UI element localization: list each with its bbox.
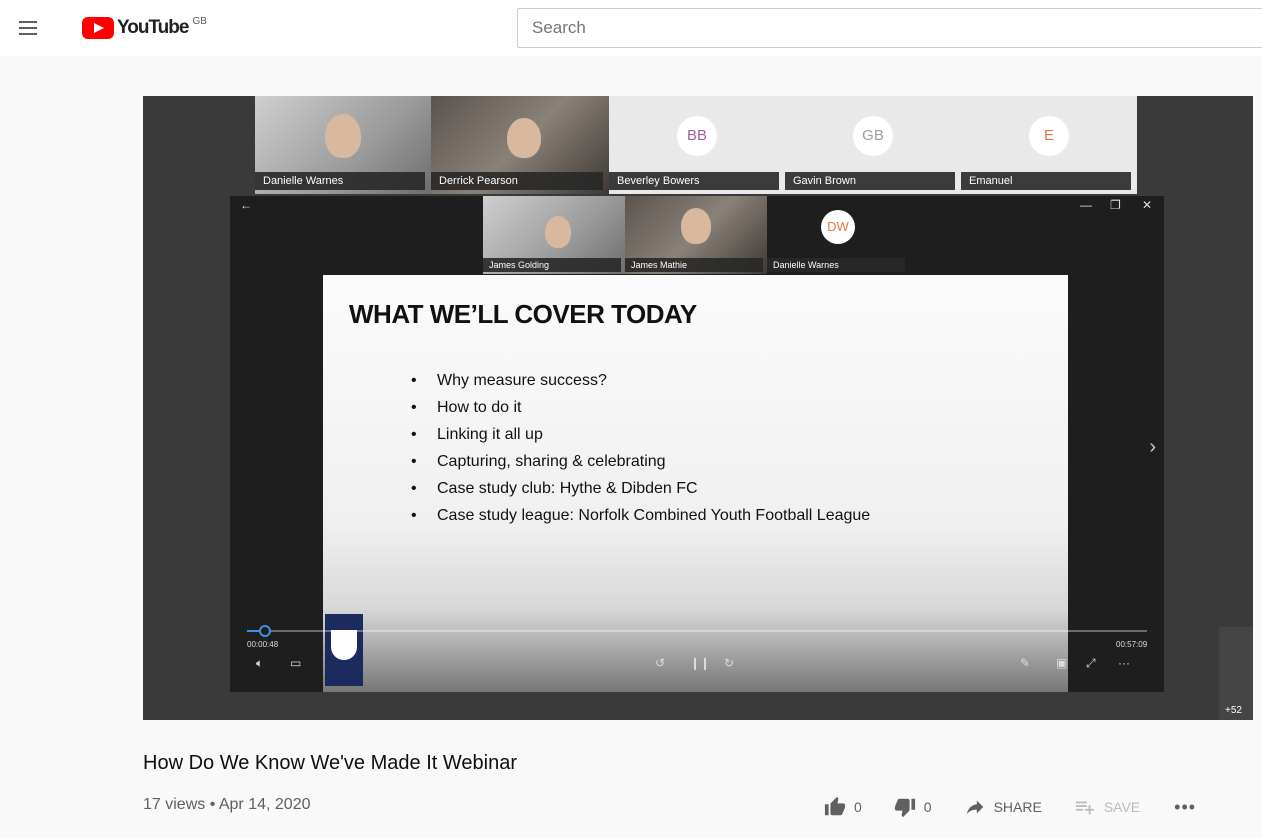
restore-icon[interactable]: ❐ <box>1110 198 1121 212</box>
participant-avatar: GB <box>853 116 893 156</box>
next-slide-icon[interactable]: › <box>1149 436 1156 459</box>
inner-current-time: 00:00:48 <box>247 640 279 649</box>
participant-video <box>545 216 571 248</box>
participant-tile: Danielle Warnes <box>255 96 431 194</box>
minimize-icon[interactable]: — <box>1080 198 1092 212</box>
save-label: SAVE <box>1103 799 1141 815</box>
participant-name: Derrick Pearson <box>431 172 603 190</box>
participant-avatar: BB <box>677 116 717 156</box>
menu-icon[interactable] <box>16 16 40 40</box>
overflow-count: +52 <box>1225 705 1242 716</box>
slide-bullet: Why measure success? <box>411 367 870 394</box>
participant-tile: BB Beverley Bowers <box>609 96 785 194</box>
pen-icon[interactable]: ✎ <box>1020 656 1030 670</box>
volume-icon[interactable]: 🔈︎ <box>256 656 263 671</box>
thumbs-down-icon <box>894 798 915 818</box>
participant-name: Danielle Warnes <box>255 172 425 190</box>
participant-tile: E Emanuel <box>961 96 1137 194</box>
playlist-add-icon <box>1075 801 1094 815</box>
participants-overflow[interactable]: +52 <box>1219 627 1253 720</box>
video-title: How Do We Know We've Made It Webinar <box>143 752 517 774</box>
shared-screen: ← — ❐ ✕ James Golding James Mathie DW Da… <box>230 196 1164 692</box>
inner-duration: 00:57:09 <box>1116 640 1148 649</box>
participant-name: James Golding <box>483 258 621 272</box>
pause-icon[interactable]: ❙❙ <box>690 656 710 670</box>
more-actions-icon[interactable]: ••• <box>1174 797 1196 818</box>
fullscreen-icon[interactable]: ⤢ <box>1086 656 1096 671</box>
youtube-play-icon <box>82 17 114 39</box>
dislike-count: 0 <box>923 799 932 815</box>
slide-bullet: Case study club: Hythe & Dibden FC <box>411 475 870 502</box>
save-button[interactable]: SAVE <box>1074 796 1140 818</box>
more-icon[interactable]: ··· <box>1118 656 1130 670</box>
slide-bullet: Capturing, sharing & celebrating <box>411 448 870 475</box>
fa-crest-logo <box>325 614 363 686</box>
slide-title: WHAT WE’LL COVER TODAY <box>349 299 697 329</box>
masthead: YouTube GB <box>0 0 1262 56</box>
participant-tile: Derrick Pearson <box>431 96 609 194</box>
youtube-logo[interactable]: YouTube GB <box>82 16 207 40</box>
participant-name: Beverley Bowers <box>609 172 779 190</box>
participant-avatar: DW <box>821 210 855 244</box>
back-arrow-icon[interactable]: ← <box>240 198 252 212</box>
region-code: GB <box>192 15 207 27</box>
like-count: 0 <box>854 799 862 815</box>
forward-30-icon[interactable]: ↻ <box>724 656 734 670</box>
participant-video <box>681 208 711 244</box>
logo-text: YouTube <box>117 17 189 38</box>
slide-bullet: Case study league: Norfolk Combined Yout… <box>411 502 870 529</box>
dislike-button[interactable]: 0 <box>894 796 932 818</box>
participant-name: Danielle Warnes <box>767 258 905 272</box>
participant-name: Gavin Brown <box>785 172 955 190</box>
participant-tile: GB Gavin Brown <box>785 96 961 194</box>
inner-progress-thumb[interactable] <box>259 625 271 637</box>
slide-bullet: How to do it <box>411 394 870 421</box>
share-label: SHARE <box>993 799 1042 815</box>
participant-name: Emanuel <box>961 172 1131 190</box>
share-button[interactable]: SHARE <box>964 796 1042 818</box>
search-input[interactable] <box>517 8 1262 48</box>
video-player[interactable]: Danielle Warnes Derrick Pearson BB Bever… <box>143 96 1253 720</box>
participant-name: James Mathie <box>625 258 763 272</box>
miniplayer-icon[interactable]: ▣ <box>1056 656 1067 670</box>
participant-tile: James Golding <box>483 196 625 274</box>
rewind-10-icon[interactable]: ↺ <box>655 656 665 670</box>
inner-progress-bar[interactable] <box>247 625 1147 637</box>
participant-tile: DW Danielle Warnes <box>767 196 909 274</box>
slide-bullets: Why measure success? How to do it Linkin… <box>411 367 870 529</box>
share-arrow-icon <box>966 800 983 815</box>
participant-video <box>325 114 361 158</box>
participant-avatar: E <box>1029 116 1069 156</box>
close-icon[interactable]: ✕ <box>1142 198 1152 212</box>
participant-tile: James Mathie <box>625 196 767 274</box>
video-actions: 0 0 SHARE SAVE ••• <box>824 794 1196 820</box>
participant-video <box>507 118 541 158</box>
like-button[interactable]: 0 <box>824 796 862 818</box>
thumbs-up-icon <box>824 796 846 816</box>
captions-icon[interactable]: ▭ <box>290 656 301 670</box>
slide-bullet: Linking it all up <box>411 421 870 448</box>
video-meta: 17 views • Apr 14, 2020 <box>143 796 311 813</box>
